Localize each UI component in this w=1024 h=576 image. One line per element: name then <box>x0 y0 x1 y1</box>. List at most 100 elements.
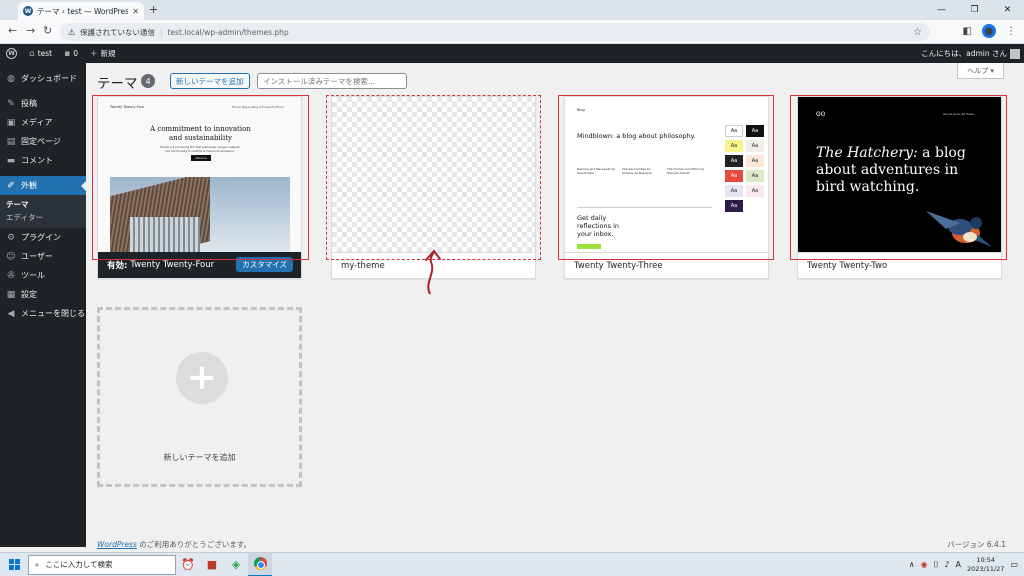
sidebar-item-label: 投稿 <box>21 99 37 108</box>
reload-icon[interactable]: ↻ <box>43 24 52 37</box>
sidebar-item-label: プラグイン <box>21 233 61 242</box>
start-button[interactable] <box>0 553 28 576</box>
collapse-menu-button[interactable]: ◀ メニューを閉じる <box>0 304 86 323</box>
pin-icon: ✎ <box>7 98 15 109</box>
wp-admin-bar: W ⌂ test ▪ 0 + 新規 こんにちは、admin さん <box>0 44 1024 63</box>
theme-name: Twenty Twenty-Four <box>130 260 215 270</box>
collapse-icon: ◀ <box>7 308 15 319</box>
address-separator: | <box>159 27 163 37</box>
submenu-item-themes[interactable]: テーマ <box>0 198 86 211</box>
add-new-theme-button[interactable]: 新しいテーマを追加 <box>170 73 250 89</box>
dashboard-icon: ◍ <box>7 73 15 84</box>
windows-taskbar: ⌕ ここに入力して検索 ⏰ ■ ◈ ∧ ◉ ⌷ ♪ A 10:54 2023/1… <box>0 552 1024 576</box>
avatar <box>1010 48 1020 59</box>
comments-count: 0 <box>73 49 79 58</box>
window-controls: — ❐ ✕ <box>925 0 1024 20</box>
theme-search-input[interactable] <box>257 73 407 89</box>
sidebar-item-users[interactable]: ☺ ユーザー <box>0 247 86 266</box>
site-name: test <box>37 49 53 58</box>
browser-tab[interactable]: W テーマ ‹ test — WordPress ✕ <box>18 2 144 20</box>
taskbar-search-text: ここに入力して検索 <box>45 560 113 569</box>
close-window-icon[interactable]: ✕ <box>991 0 1024 20</box>
wordpress-logo-icon: W <box>6 48 17 59</box>
theme-name: my-theme <box>341 260 385 271</box>
page-icon: ▤ <box>6 136 16 147</box>
sidebar-item-label: ユーザー <box>21 252 53 261</box>
chrome-icon <box>253 557 267 570</box>
minimize-icon[interactable]: — <box>925 0 958 20</box>
tab-title: テーマ ‹ test — WordPress <box>37 6 129 16</box>
sidebar-item-label: 設定 <box>21 290 37 299</box>
site-name-menu[interactable]: ⌂ test <box>23 44 58 63</box>
taskbar-search[interactable]: ⌕ ここに入力して検索 <box>28 554 176 575</box>
network-icon[interactable]: ⌷ <box>934 560 939 570</box>
sidebar-item-posts[interactable]: ✎ 投稿 <box>0 94 86 113</box>
forward-arrow-icon[interactable]: → <box>26 24 35 37</box>
sidebar-item-label: 固定ページ <box>21 137 61 146</box>
sidebar-item-tools[interactable]: ✇ ツール <box>0 266 86 285</box>
comments-menu[interactable]: ▪ 0 <box>58 44 84 63</box>
theme-name: Twenty Twenty-Three <box>574 260 663 271</box>
sidebar-item-comments[interactable]: ▬ コメント <box>0 151 86 170</box>
ime-indicator[interactable]: A <box>955 560 960 569</box>
tab-close-icon[interactable]: ✕ <box>132 7 139 16</box>
appearance-submenu: テーマ エディター <box>0 195 86 228</box>
sidebar-item-plugins[interactable]: ⚙ プラグイン <box>0 228 86 247</box>
add-new-theme-label: 新しいテーマを追加 <box>163 453 236 462</box>
taskbar-app-gift-icon[interactable]: ■ <box>200 553 224 576</box>
volume-icon[interactable]: ♪ <box>944 560 949 569</box>
tray-chevron-up-icon[interactable]: ∧ <box>909 560 915 569</box>
footer-thanks: のご利用ありがとうございます。 <box>136 540 252 549</box>
bookmark-star-icon[interactable]: ☆ <box>913 27 922 38</box>
back-arrow-icon[interactable]: ← <box>8 24 17 37</box>
browser-toolbar: ← → ↻ ⚠ 保護されていない通信 | test.local/wp-admin… <box>0 20 1024 44</box>
highlight-box-theme-4 <box>790 95 1007 260</box>
wp-logo-menu[interactable]: W <box>0 44 23 63</box>
annotation-arrow-icon <box>425 249 441 295</box>
search-icon: ⌕ <box>35 559 40 569</box>
sidebar-item-appearance[interactable]: ✐ 外観 <box>0 176 86 195</box>
theme-name: Twenty Twenty-Two <box>807 260 888 271</box>
profile-avatar-icon[interactable]: ● <box>982 24 996 38</box>
comment-bubble-icon: ▪ <box>64 48 71 59</box>
clock-date: 2023/11/27 <box>966 564 1005 573</box>
highlight-box-my-theme <box>326 95 541 260</box>
footer-credit: WordPress のご利用ありがとうございます。 <box>97 539 251 550</box>
side-panel-icon[interactable]: ◧ <box>963 26 972 37</box>
sidebar-item-media[interactable]: ▣ メディア <box>0 113 86 132</box>
address-bar[interactable]: ⚠ 保護されていない通信 | test.local/wp-admin/theme… <box>60 23 930 41</box>
sidebar-item-label: コメント <box>21 156 53 165</box>
footer-version: バージョン 6.4.1 <box>947 540 1006 549</box>
plugin-icon: ⚙ <box>6 232 16 243</box>
plus-icon: + <box>176 352 228 404</box>
notification-icon[interactable]: ▭ <box>1010 560 1018 569</box>
clock-time: 10:54 <box>976 555 996 564</box>
submenu-item-editor[interactable]: エディター <box>0 211 86 224</box>
taskbar-app-chrome[interactable] <box>248 552 272 576</box>
system-tray: ∧ ◉ ⌷ ♪ A 10:54 2023/11/27 ▭ <box>909 556 1024 574</box>
url-text[interactable]: test.local/wp-admin/themes.php <box>167 28 288 37</box>
howdy-text: こんにちは、admin さん <box>921 49 1007 58</box>
help-tab-button[interactable]: ヘルプ ▾ <box>957 63 1004 79</box>
sidebar-item-pages[interactable]: ▤ 固定ページ <box>0 132 86 151</box>
restore-icon[interactable]: ❐ <box>958 0 991 20</box>
kebab-menu-icon[interactable]: ⋮ <box>1006 26 1016 37</box>
tray-app-icon[interactable]: ◉ <box>921 560 928 569</box>
highlight-box-theme-3 <box>558 95 774 260</box>
taskbar-app-local-icon[interactable]: ◈ <box>224 553 248 576</box>
browser-tab-bar: W テーマ ‹ test — WordPress ✕ + — ❐ ✕ <box>0 0 1024 20</box>
warning-icon[interactable]: ⚠ <box>68 28 75 37</box>
wordpress-link[interactable]: WordPress <box>97 540 137 549</box>
sidebar-item-settings[interactable]: ▦ 設定 <box>0 285 86 304</box>
taskbar-app-timer-icon[interactable]: ⏰ <box>176 553 200 576</box>
sidebar-item-label: メディア <box>21 118 53 127</box>
insecure-label: 保護されていない通信 <box>80 27 155 37</box>
sidebar-item-dashboard[interactable]: ◍ ダッシュボード <box>0 69 86 88</box>
theme-count-badge: 4 <box>141 74 155 88</box>
add-new-theme-card[interactable]: + 新しいテーマを追加 <box>97 307 302 487</box>
account-menu[interactable]: こんにちは、admin さん <box>921 48 1024 59</box>
clock[interactable]: 10:54 2023/11/27 <box>967 556 1004 574</box>
settings-icon: ▦ <box>6 289 16 300</box>
new-tab-button[interactable]: + <box>149 3 158 16</box>
new-content-menu[interactable]: + 新規 <box>84 44 122 63</box>
